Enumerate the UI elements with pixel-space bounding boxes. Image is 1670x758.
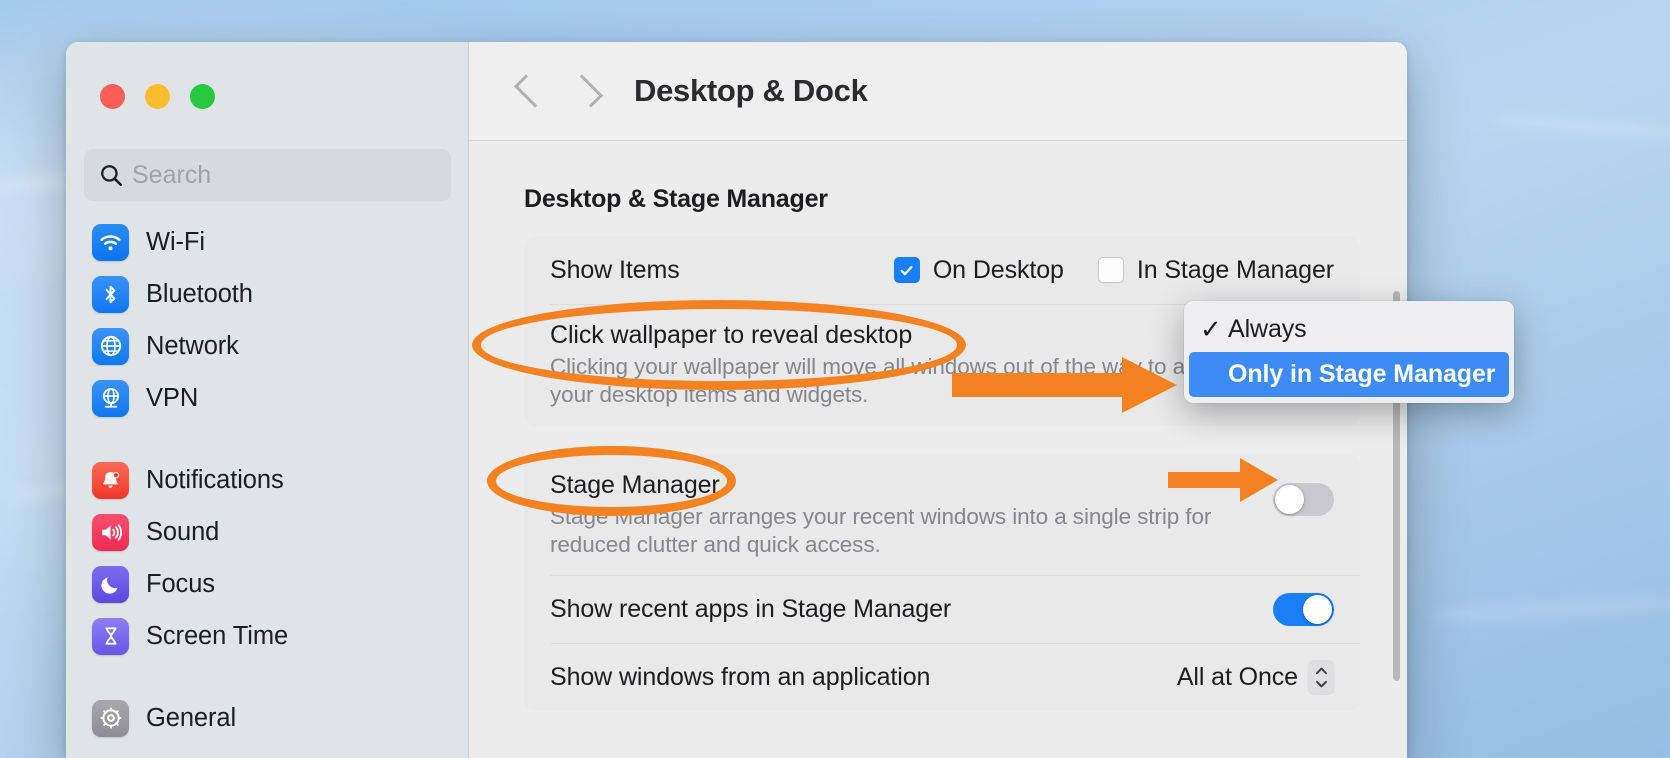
sidebar-item-label: Bluetooth [146,280,253,309]
search-icon [98,162,124,188]
bluetooth-icon [92,276,129,313]
bell-icon [92,462,129,499]
cloud-streak [1490,113,1670,142]
show-windows-row: Show windows from an application All at … [524,643,1360,711]
show-windows-value: All at Once [1177,663,1298,692]
toggle-knob [1275,485,1304,514]
checkbox-box-checked[interactable] [894,257,920,283]
toggle-knob [1303,595,1332,624]
sidebar-group-divider [66,424,469,454]
sidebar-item-notifications[interactable]: Notifications [66,454,469,506]
checkbox-label: In Stage Manager [1137,256,1334,285]
section-title: Desktop & Stage Manager [524,185,1360,214]
show-recent-apps-label: Show recent apps in Stage Manager [550,595,951,624]
page-title: Desktop & Dock [634,73,868,109]
show-items-row: Show Items On Desktop [524,236,1360,304]
forward-button[interactable] [558,63,614,119]
sidebar-item-label: Screen Time [146,622,288,651]
stage-manager-toggle[interactable] [1273,483,1334,516]
stage-manager-label: Stage Manager [550,471,1273,500]
sidebar-item-screen-time[interactable]: Screen Time [66,610,469,662]
network-globe-icon [92,328,129,365]
back-button[interactable] [502,63,558,119]
show-recent-apps-row: Show recent apps in Stage Manager [524,575,1360,643]
stage-manager-card: Stage Manager Stage Manager arranges you… [524,454,1360,712]
popup-menu-item-label: Only in Stage Manager [1228,360,1495,389]
close-button[interactable] [100,84,125,109]
popup-menu-item-label: Always [1228,315,1307,344]
checkbox-in-stage-manager[interactable]: In Stage Manager [1098,256,1334,285]
checkmark-icon: ✓ [1200,314,1228,345]
sidebar-item-sound[interactable]: Sound [66,506,469,558]
chevron-left-icon [513,74,546,107]
moon-icon [92,566,129,603]
sidebar-item-label: Focus [146,570,215,599]
checkbox-box-unchecked[interactable] [1098,257,1124,283]
vpn-globe-icon [92,380,129,417]
wifi-icon [92,224,129,261]
checkmark-icon [899,263,914,278]
gear-icon [92,700,129,737]
popup-menu-item-always[interactable]: ✓ Always [1189,307,1509,352]
hourglass-icon [92,618,129,655]
minimize-button[interactable] [145,84,170,109]
settings-content: Desktop & Stage Manager Show Items [469,141,1407,758]
window-traffic-lights [100,84,215,109]
sidebar-item-label: Notifications [146,466,284,495]
stage-manager-text: Stage Manager Stage Manager arranges you… [550,471,1273,560]
show-items-label: Show Items [550,256,680,285]
sidebar-item-general[interactable]: General [66,692,469,744]
sidebar-item-label: Wi-Fi [146,228,205,257]
checkbox-on-desktop[interactable]: On Desktop [894,256,1064,285]
zoom-button[interactable] [190,84,215,109]
sidebar-item-label: VPN [146,384,198,413]
stage-manager-description: Stage Manager arranges your recent windo… [550,503,1273,560]
show-windows-popup-button[interactable]: All at Once [1177,660,1334,694]
search-input[interactable] [132,161,437,190]
sidebar-item-vpn[interactable]: VPN [66,372,469,424]
sidebar-item-focus[interactable]: Focus [66,558,469,610]
sidebar-item-label: Network [146,332,239,361]
search-field[interactable] [84,149,451,201]
sidebar-item-network[interactable]: Network [66,320,469,372]
show-recent-apps-toggle[interactable] [1273,593,1334,626]
sidebar-item-label: Sound [146,518,219,547]
show-items-checkboxes: On Desktop In Stage Manager [894,256,1334,285]
chevron-up-down-icon[interactable] [1308,660,1334,694]
toolbar: Desktop & Dock [469,42,1407,141]
reveal-desktop-popup-menu: ✓ Always Only in Stage Manager [1184,301,1514,403]
sidebar: Wi-Fi Bluetooth [66,42,469,758]
speaker-icon [92,514,129,551]
sidebar-nav-list: Wi-Fi Bluetooth [66,216,469,758]
sidebar-group-divider [66,662,469,692]
sidebar-item-bluetooth[interactable]: Bluetooth [66,268,469,320]
chevron-right-icon [569,74,602,107]
sidebar-item-label: General [146,704,236,733]
sidebar-item-wifi[interactable]: Wi-Fi [66,216,469,268]
show-windows-label: Show windows from an application [550,663,930,692]
popup-menu-item-only-in-stage-manager[interactable]: Only in Stage Manager [1189,352,1509,397]
checkbox-label: On Desktop [933,256,1064,285]
stage-manager-row: Stage Manager Stage Manager arranges you… [524,454,1360,576]
cloud-streak [1430,593,1670,625]
